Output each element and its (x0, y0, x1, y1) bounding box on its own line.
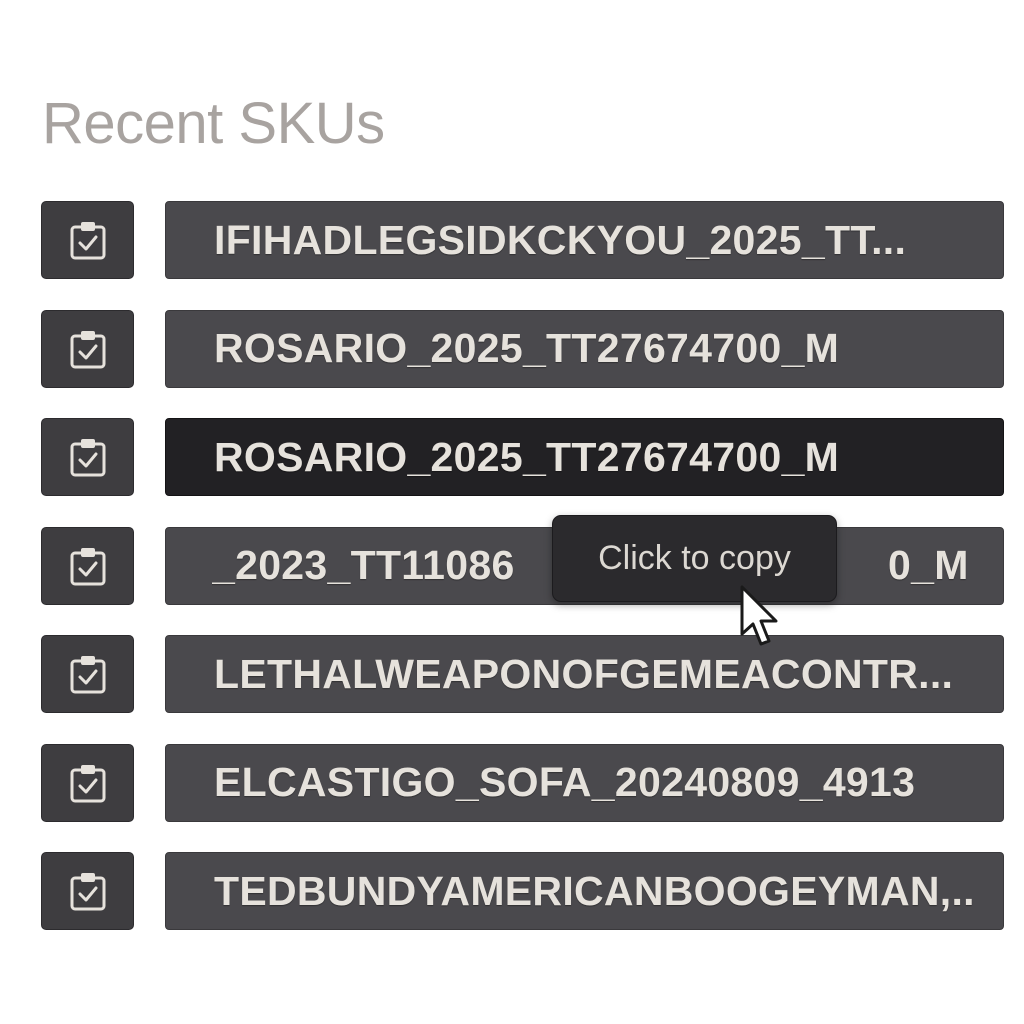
clipboard-check-icon (70, 764, 105, 802)
sku-field[interactable]: ELCASTIGO_SOFA_20240809_4913 (165, 743, 1004, 822)
mouse-pointer-icon (740, 585, 778, 646)
copy-tooltip: Click to copy (552, 515, 837, 602)
clipboard-check-icon (70, 330, 105, 368)
sku-row: LETHALWEAPONOFGEMEACONTR... (41, 635, 1004, 713)
sku-row: TEDBUNDYAMERICANBOOGEYMAN,.. (41, 852, 1004, 930)
sku-field[interactable]: IFIHADLEGSIDKCKYOU_2025_TT... (165, 201, 1004, 279)
recent-skus-panel: Recent SKUs IFIHADLEGSIDKCKYOU_2025_TT..… (0, 0, 1024, 1024)
copy-sku-button[interactable] (41, 852, 134, 930)
sku-text: ROSARIO_2025_TT27674700_M (214, 433, 840, 480)
sku-text-tail: 0_M (888, 542, 969, 588)
page-title: Recent SKUs (42, 91, 385, 156)
sku-field[interactable]: ROSARIO_2025_TT27674700_M (165, 309, 1004, 388)
sku-text: _2023_TT11086 (212, 542, 515, 588)
copy-sku-button[interactable] (41, 526, 134, 605)
copy-sku-button[interactable] (41, 635, 134, 713)
sku-field[interactable]: LETHALWEAPONOFGEMEACONTR... (165, 635, 1004, 713)
clipboard-check-icon (70, 222, 105, 260)
sku-field[interactable]: TEDBUNDYAMERICANBOOGEYMAN,.. (165, 852, 1004, 930)
copy-sku-button[interactable] (41, 309, 134, 388)
sku-text: LETHALWEAPONOFGEMEACONTR... (214, 650, 954, 697)
sku-text: IFIHADLEGSIDKCKYOU_2025_TT... (214, 216, 907, 263)
sku-text: ROSARIO_2025_TT27674700_M (214, 325, 840, 371)
clipboard-check-icon (70, 656, 105, 694)
clipboard-check-icon (70, 873, 105, 911)
tooltip-text: Click to copy (598, 539, 791, 577)
sku-row: ELCASTIGO_SOFA_20240809_4913 (41, 743, 1004, 822)
copy-sku-button[interactable] (41, 743, 134, 822)
sku-text: ELCASTIGO_SOFA_20240809_4913 (214, 759, 916, 805)
sku-text: TEDBUNDYAMERICANBOOGEYMAN,.. (214, 867, 975, 914)
sku-row: ROSARIO_2025_TT27674700_M (41, 309, 1004, 388)
sku-list: IFIHADLEGSIDKCKYOU_2025_TT... ROSARIO_20… (41, 201, 1004, 961)
sku-row-hovered: _2023_TT11086 0_M (41, 526, 1004, 605)
copy-sku-button[interactable] (41, 418, 134, 496)
sku-row: IFIHADLEGSIDKCKYOU_2025_TT... (41, 201, 1004, 279)
clipboard-check-icon (70, 439, 105, 477)
clipboard-check-icon (70, 547, 105, 585)
sku-field-selected[interactable]: ROSARIO_2025_TT27674700_M (165, 418, 1004, 496)
sku-row-selected: ROSARIO_2025_TT27674700_M (41, 418, 1004, 496)
copy-sku-button[interactable] (41, 201, 134, 279)
